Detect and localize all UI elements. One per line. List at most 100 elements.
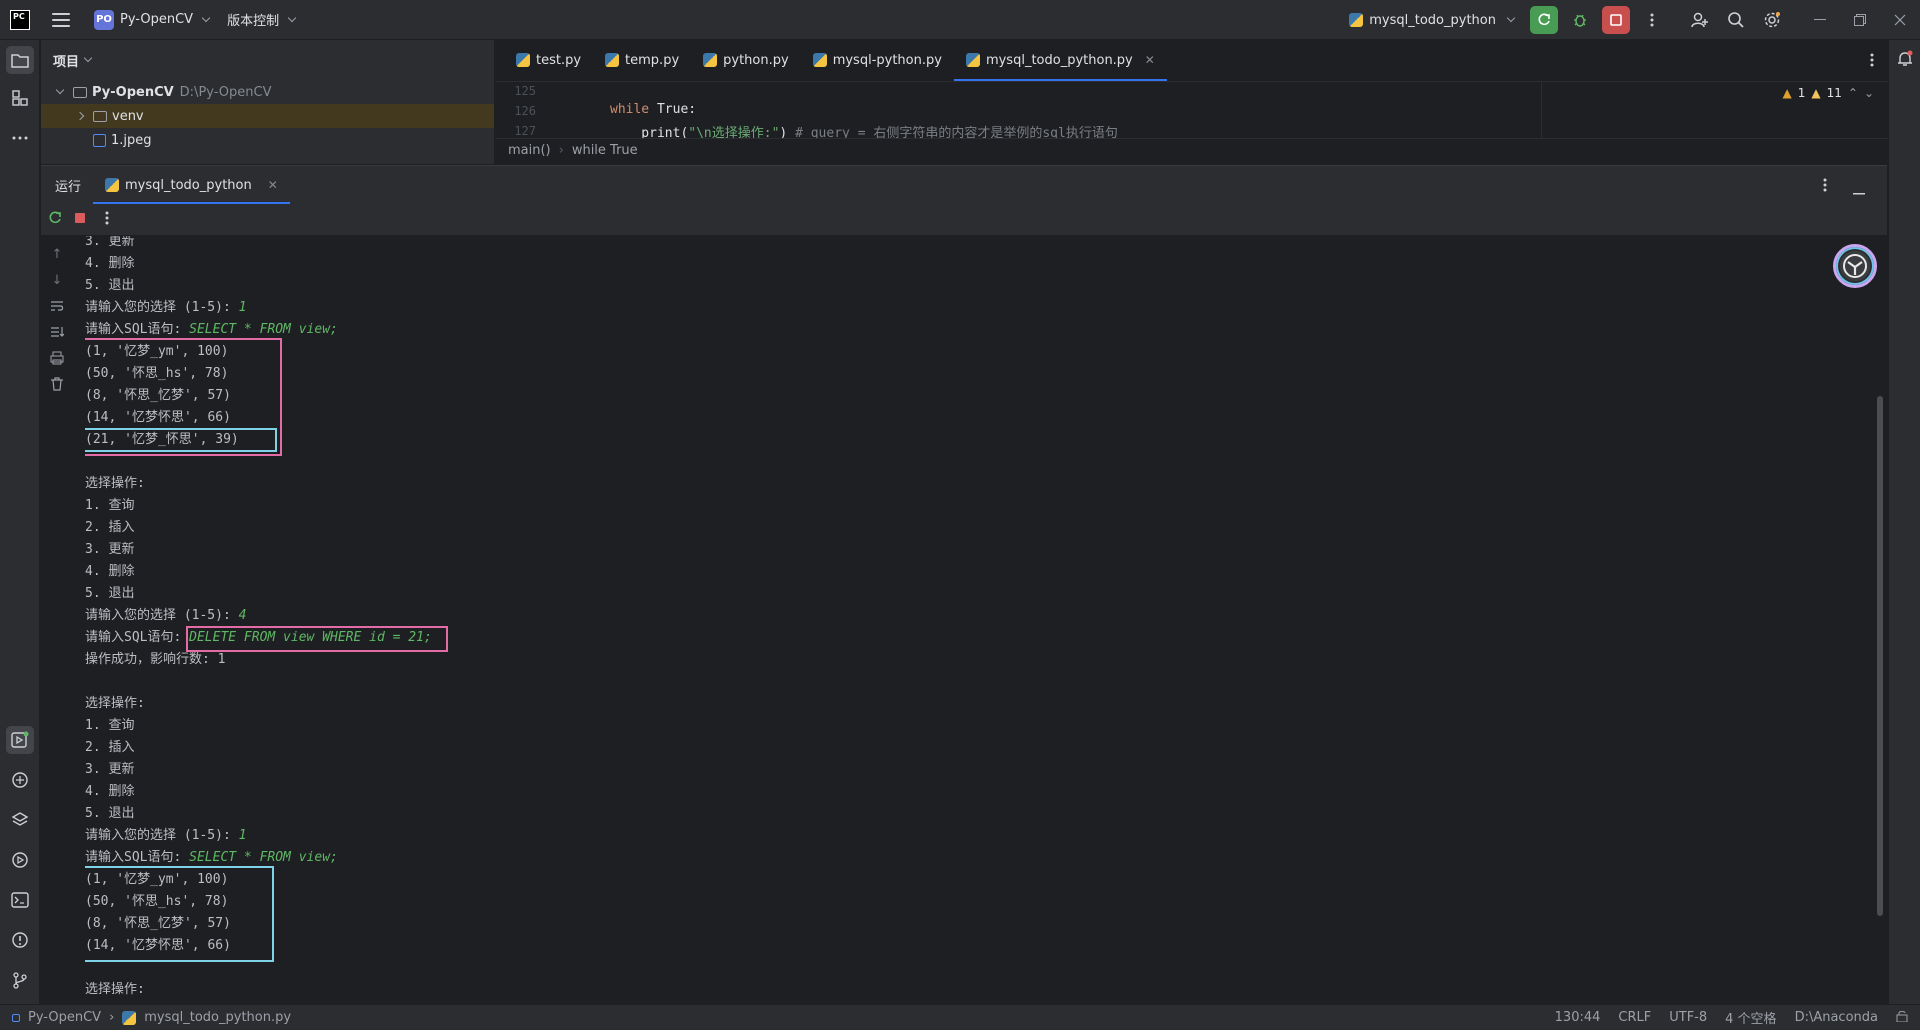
code-line: while True: [610, 102, 696, 117]
chevron-down-icon [287, 13, 297, 22]
close-window-button[interactable] [1880, 0, 1920, 40]
close-tab-icon[interactable]: ✕ [268, 178, 278, 192]
console-text: 请输入您的选择 (1-5): [85, 608, 239, 623]
run-tab-mysql-todo-python[interactable]: mysql_todo_python ✕ [93, 166, 290, 204]
console-text: 2. 插入 [85, 740, 135, 755]
tabs-more-button[interactable] [1870, 52, 1874, 72]
ai-assistant-icon [1843, 254, 1867, 278]
restore-button[interactable] [1840, 0, 1880, 40]
ai-assistant-button[interactable] [1833, 244, 1877, 288]
main-menu-icon[interactable] [52, 12, 70, 27]
run-toolbar-more-button[interactable] [105, 210, 109, 230]
breadcrumb-item[interactable]: while True [572, 143, 638, 158]
bell-icon [1898, 50, 1913, 66]
arrow-up-icon[interactable]: ↑ [49, 246, 65, 262]
project-panel-header[interactable]: 项目 [41, 40, 494, 80]
console-line: (14, '忆梦怀思', 66) [85, 935, 231, 957]
tab-temp-py[interactable]: temp.py [593, 39, 691, 81]
tree-item-label: venv [112, 108, 144, 124]
console-text: 4. 删除 [85, 784, 135, 799]
structure-tool-button[interactable] [6, 84, 34, 112]
run-tool-button[interactable] [6, 726, 34, 754]
tree-item-jpeg[interactable]: 1.jpeg [41, 128, 494, 152]
console-text: 3. 更新 [85, 542, 135, 557]
tab-mysql-todo-python-py[interactable]: mysql_todo_python.py ✕ [953, 39, 1167, 81]
file-encoding[interactable]: UTF-8 [1669, 1010, 1707, 1025]
run-config-selector[interactable]: mysql_todo_python [1349, 13, 1516, 28]
minimize-button[interactable] [1800, 0, 1840, 40]
gear-icon [1764, 12, 1780, 28]
console-gutter: ↑ ↓ [41, 236, 73, 1005]
chevron-down-icon[interactable]: ⌄ [1864, 86, 1874, 100]
add-user-icon [1691, 12, 1708, 28]
search-icon [1728, 12, 1744, 28]
settings-button[interactable] [1758, 6, 1786, 34]
console-line: 3. 更新 [85, 759, 134, 781]
project-tool-button[interactable] [6, 46, 34, 74]
breadcrumb-item[interactable]: main() [508, 143, 551, 158]
rerun-icon [49, 211, 61, 223]
console-text: 请输入您的选择 (1-5): [85, 300, 239, 315]
debug-button[interactable] [1566, 6, 1594, 34]
stop-button[interactable] [73, 211, 87, 229]
tab-label: python.py [723, 52, 789, 68]
terminal-icon [11, 892, 29, 908]
search-everywhere-button[interactable] [1722, 6, 1750, 34]
errors-count: 1 [1797, 86, 1806, 100]
services-button[interactable] [6, 846, 34, 874]
scroll-to-end-icon[interactable] [49, 324, 65, 340]
console-scrollbar[interactable] [1877, 396, 1883, 916]
more-tools-button[interactable] [6, 124, 34, 152]
close-tab-icon[interactable]: ✕ [1145, 53, 1155, 67]
services-icon [12, 852, 28, 868]
line-separator[interactable]: CRLF [1618, 1010, 1651, 1025]
problems-button[interactable] [6, 926, 34, 954]
rerun-button[interactable] [47, 210, 63, 230]
python-console-button[interactable] [6, 766, 34, 794]
interpreter[interactable]: D:\Anaconda [1795, 1010, 1878, 1025]
tree-root[interactable]: Py-OpenCV D:\Py-OpenCV [41, 80, 494, 104]
chevron-up-icon[interactable]: ⌃ [1848, 86, 1858, 100]
git-button[interactable] [6, 966, 34, 994]
project-switcher[interactable]: Py-OpenCV [120, 12, 211, 27]
hide-panel-button[interactable] [1853, 184, 1865, 199]
trash-icon[interactable] [49, 376, 65, 392]
run-panel-options-button[interactable] [1823, 177, 1827, 197]
stop-button[interactable] [1602, 6, 1630, 34]
console-line: 5. 退出 [85, 275, 134, 297]
indent-setting[interactable]: 4 个空格 [1725, 1008, 1776, 1027]
console-output[interactable]: 3. 更新 4. 删除 5. 退出 请输入您的选择 (1-5): 1 请输入SQL语句:… [85, 236, 1845, 1005]
arrow-down-icon[interactable]: ↓ [49, 272, 65, 288]
console-line: 5. 退出 [85, 803, 134, 825]
python-packages-button[interactable] [6, 806, 34, 834]
chevron-right-icon[interactable] [75, 111, 85, 121]
more-actions-button[interactable] [1638, 6, 1666, 34]
caret-position[interactable]: 130:44 [1555, 1010, 1601, 1025]
vcs-menu[interactable]: 版本控制 [227, 10, 297, 29]
run-panel-header: 运行 mysql_todo_python ✕ [41, 166, 1887, 204]
breadcrumb: main() › while True [496, 138, 1888, 162]
chevron-down-icon[interactable] [55, 85, 65, 95]
tree-item-venv[interactable]: venv [41, 104, 494, 128]
status-project[interactable]: Py-OpenCV [28, 1010, 101, 1025]
python-file-icon [1349, 13, 1364, 27]
tab-test-py[interactable]: test.py [504, 39, 593, 81]
code-view[interactable]: 125 126 127 while True: print("\n选择操作:")… [496, 82, 1888, 138]
rerun-button[interactable] [1530, 6, 1558, 34]
vcs-menu-label: 版本控制 [227, 14, 280, 29]
tab-mysql-python-py[interactable]: mysql-python.py [801, 39, 954, 81]
console-user-input: 4 [238, 608, 247, 623]
lock-icon[interactable] [1896, 1010, 1908, 1026]
console-user-input: 1 [238, 828, 247, 843]
tab-python-py[interactable]: python.py [691, 39, 801, 81]
terminal-button[interactable] [6, 886, 34, 914]
soft-wrap-icon[interactable] [49, 298, 65, 314]
notifications-button[interactable] [1896, 50, 1914, 72]
status-file[interactable]: mysql_todo_python.py [144, 1010, 291, 1025]
print-icon[interactable] [49, 350, 65, 366]
console-line: (8, '怀思_忆梦', 57) [85, 385, 231, 407]
console-line: 请输入您的选择 (1-5): 1 [85, 825, 246, 847]
inspection-widget[interactable]: ▲ 1 ▲ 11 ⌃ ⌄ [1782, 86, 1874, 100]
console-line: (1, '忆梦_ym', 100) [85, 869, 228, 891]
code-with-me-button[interactable] [1686, 6, 1714, 34]
